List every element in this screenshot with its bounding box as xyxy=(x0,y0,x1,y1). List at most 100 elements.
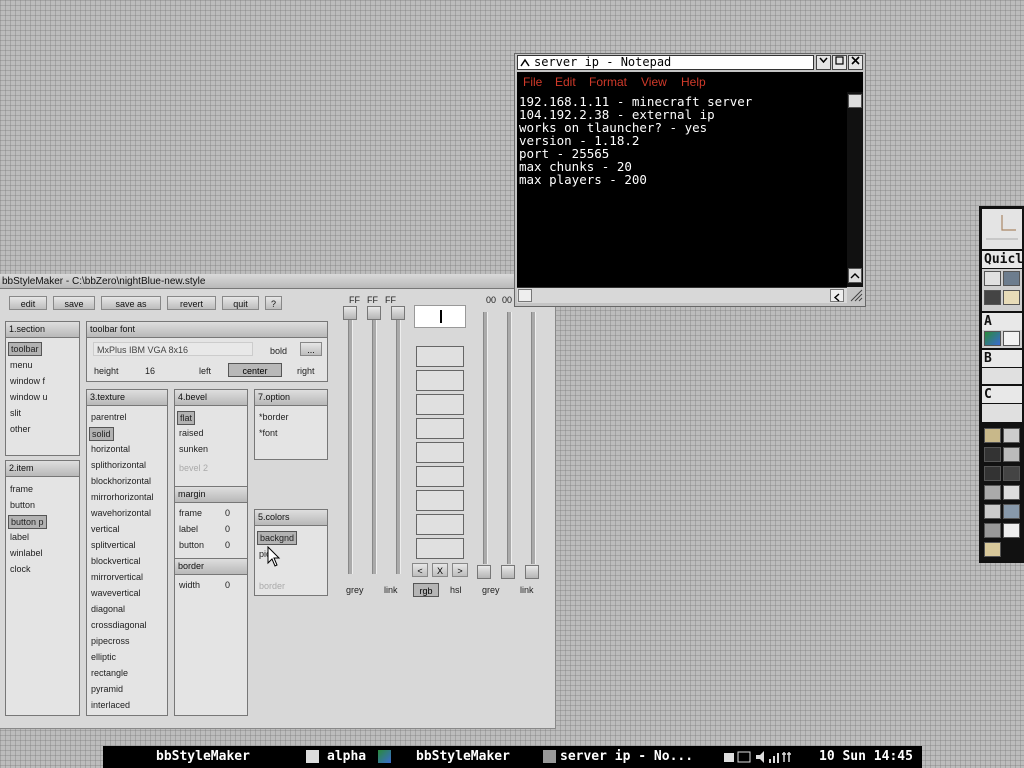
window-title[interactable]: bbStyleMaker - C:\bbZero\nightBlue-new.s… xyxy=(0,274,555,289)
app-icon[interactable] xyxy=(984,504,1001,519)
slit-section-quick[interactable]: Quicl xyxy=(982,251,1023,268)
item-winlabel[interactable]: winlabel xyxy=(10,547,43,559)
app-icon[interactable] xyxy=(1003,485,1020,500)
app-icon[interactable] xyxy=(984,485,1001,500)
texture-splithorizontal[interactable]: splithorizontal xyxy=(91,459,146,471)
workspace-label[interactable]: alpha xyxy=(327,749,366,764)
slider-g-knob[interactable] xyxy=(367,306,381,320)
margin-button-value[interactable]: 0 xyxy=(225,539,230,551)
app-icon[interactable] xyxy=(984,428,1001,443)
notepad-icon[interactable] xyxy=(543,750,556,763)
texture-wavehorizontal[interactable]: wavehorizontal xyxy=(91,507,151,519)
texture-crossdiagonal[interactable]: crossdiagonal xyxy=(91,619,147,631)
font-name-field[interactable]: MxPlus IBM VGA 8x16 xyxy=(93,342,253,356)
slit-section-a[interactable]: A xyxy=(982,313,1022,330)
texture-rectangle[interactable]: rectangle xyxy=(91,667,128,679)
item-button[interactable]: button xyxy=(10,499,35,511)
help-button[interactable]: ? xyxy=(265,296,282,310)
trash-icon[interactable] xyxy=(984,523,1001,538)
app-icon[interactable] xyxy=(1003,447,1020,462)
color-swatch[interactable] xyxy=(416,538,464,559)
bevel-raised[interactable]: raised xyxy=(179,427,204,439)
revert-button[interactable]: revert xyxy=(167,296,216,310)
texture-mirrorhorizontal[interactable]: mirrorhorizontal xyxy=(91,491,154,503)
task-notepad[interactable]: server ip - No... xyxy=(560,749,693,764)
menu-help[interactable]: Help xyxy=(681,75,706,89)
scroll-up-button[interactable] xyxy=(848,94,862,108)
slider-b2-knob[interactable] xyxy=(525,565,539,579)
align-left-option[interactable]: left xyxy=(199,366,211,376)
rgb-mode-button[interactable]: rgb xyxy=(413,583,439,597)
color-swatch[interactable] xyxy=(416,418,464,439)
menu-view[interactable]: View xyxy=(641,75,667,89)
maximize-button[interactable] xyxy=(832,55,847,70)
texture-blockhorizontal[interactable]: blockhorizontal xyxy=(91,475,151,487)
window-menu-icon[interactable] xyxy=(520,58,530,68)
texture-interlaced[interactable]: interlaced xyxy=(91,699,130,711)
texture-pyramid[interactable]: pyramid xyxy=(91,683,123,695)
app-icon[interactable] xyxy=(1003,331,1020,346)
color-swatch[interactable] xyxy=(416,514,464,535)
scroll-down-button[interactable] xyxy=(848,268,862,283)
bold-toggle[interactable]: bold xyxy=(270,346,287,356)
border-width-value[interactable]: 0 xyxy=(225,579,230,591)
slider-g2-knob[interactable] xyxy=(501,565,515,579)
texture-diagonal[interactable]: diagonal xyxy=(91,603,125,615)
document-icon[interactable] xyxy=(1003,523,1020,538)
vertical-scrollbar[interactable] xyxy=(847,92,863,287)
item-clock[interactable]: clock xyxy=(10,563,31,575)
texture-solid[interactable]: solid xyxy=(89,427,114,441)
texture-pipecross[interactable]: pipecross xyxy=(91,635,130,647)
texture-wavevertical[interactable]: wavevertical xyxy=(91,587,141,599)
section-item-toolbar[interactable]: toolbar xyxy=(8,342,42,356)
bevel-flat[interactable]: flat xyxy=(177,411,196,425)
app-icon[interactable] xyxy=(984,331,1001,346)
clock-widget[interactable] xyxy=(982,209,1022,249)
slider-link2-label[interactable]: link xyxy=(520,585,534,595)
option-border[interactable]: *border xyxy=(259,411,289,423)
app-icon[interactable] xyxy=(984,542,1001,557)
colors-backgnd[interactable]: backgnd xyxy=(257,531,298,545)
texture-elliptic[interactable]: elliptic xyxy=(91,651,116,663)
section-item-other[interactable]: other xyxy=(10,423,31,435)
hsl-mode-button[interactable]: hsl xyxy=(450,585,462,595)
margin-label-value[interactable]: 0 xyxy=(225,523,230,535)
workspace-icon[interactable] xyxy=(306,750,319,763)
section-item-window-f[interactable]: window f xyxy=(10,375,45,387)
task-bbstylemaker[interactable]: bbStyleMaker xyxy=(416,749,510,764)
taskbar-clock[interactable]: 10 Sun 14:45 xyxy=(819,749,913,764)
texture-mirrorvertical[interactable]: mirrorvertical xyxy=(91,571,143,583)
clear-swatch-button[interactable]: X xyxy=(432,563,448,577)
slider-r2-knob[interactable] xyxy=(477,565,491,579)
save-as-button[interactable]: save as xyxy=(101,296,161,310)
color-swatch[interactable] xyxy=(416,490,464,511)
slider-link-label[interactable]: link xyxy=(384,585,398,595)
slider-grey2-label[interactable]: grey xyxy=(482,585,500,595)
resize-grip-icon[interactable] xyxy=(849,288,863,302)
horizontal-scrollbar[interactable] xyxy=(517,287,847,303)
taskbar-current-window[interactable]: bbStyleMaker xyxy=(156,749,250,764)
height-value[interactable]: 16 xyxy=(145,366,155,376)
slider-b-track[interactable] xyxy=(396,320,401,574)
align-right-option[interactable]: right xyxy=(297,366,315,376)
minimize-button[interactable] xyxy=(816,55,831,70)
edit-button[interactable]: edit xyxy=(9,296,47,310)
browse-font-button[interactable]: ... xyxy=(300,342,322,356)
notepad-title[interactable]: server ip - Notepad xyxy=(517,55,814,70)
item-label[interactable]: label xyxy=(10,531,29,543)
slider-r-track[interactable] xyxy=(348,320,353,574)
menu-format[interactable]: Format xyxy=(589,75,627,89)
texture-blockvertical[interactable]: blockvertical xyxy=(91,555,141,567)
texture-parentrel[interactable]: parentrel xyxy=(91,411,127,423)
section-item-window-u[interactable]: window u xyxy=(10,391,48,403)
notepad-text-area[interactable]: 192.168.1.11 - minecraft server 104.192.2… xyxy=(517,92,847,287)
app-icon[interactable] xyxy=(1003,504,1020,519)
slider-b2-track[interactable] xyxy=(531,312,536,564)
app-icon[interactable] xyxy=(984,447,1001,462)
texture-vertical[interactable]: vertical xyxy=(91,523,120,535)
margin-frame-value[interactable]: 0 xyxy=(225,507,230,519)
item-button-pressed[interactable]: button p xyxy=(8,515,47,529)
color-swatch[interactable] xyxy=(416,394,464,415)
app-icon[interactable] xyxy=(984,466,1001,481)
app-icon[interactable] xyxy=(378,750,391,763)
